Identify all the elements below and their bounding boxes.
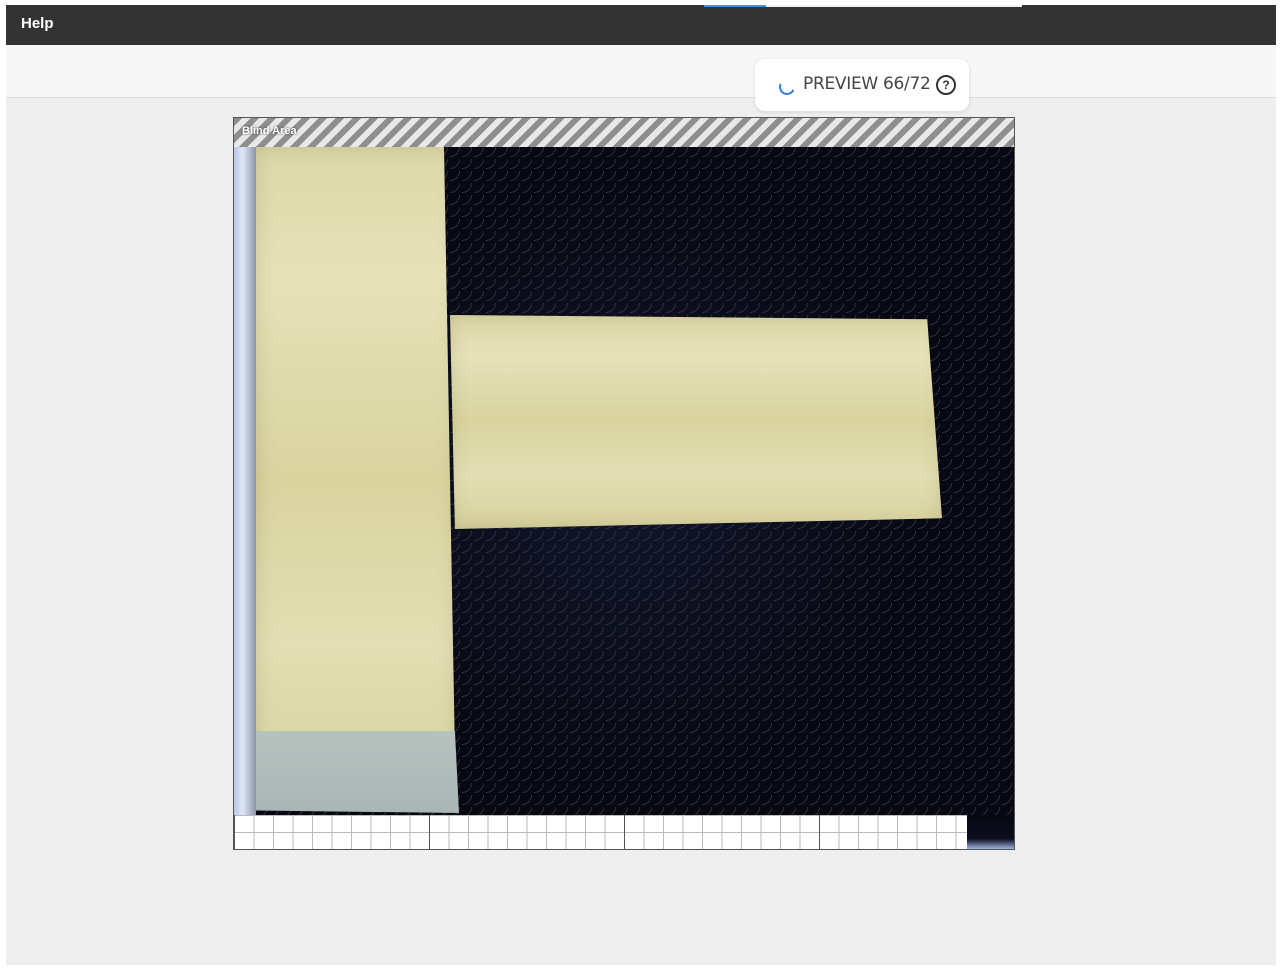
blind-area-label: Blind Area xyxy=(242,125,297,137)
help-circle-icon[interactable]: ? xyxy=(936,75,956,95)
menubar-accent-line xyxy=(704,5,766,7)
menubar-divider-line xyxy=(766,5,1022,7)
blind-area-band: Blind Area xyxy=(234,118,1014,147)
material-sheet-horizontal xyxy=(450,315,942,529)
menu-bar: Help xyxy=(6,5,1276,45)
loading-spinner-icon xyxy=(776,76,798,98)
grid-ruler xyxy=(234,815,967,849)
menu-help[interactable]: Help xyxy=(21,15,54,32)
top-toolbar xyxy=(6,45,1276,98)
preview-progress-label: PREVIEW 66/72 xyxy=(803,74,931,94)
bed-edge-strip xyxy=(234,147,256,815)
material-sheet-shadow xyxy=(256,731,459,813)
workarea-canvas[interactable]: Blind Area xyxy=(233,117,1015,850)
ruler-corner xyxy=(967,815,1014,849)
app-window: Help PREVIEW 66/72 ? Blind Area xyxy=(6,5,1276,965)
preview-progress-button[interactable]: PREVIEW 66/72 ? xyxy=(755,59,969,111)
material-sheet-vertical xyxy=(256,147,456,812)
